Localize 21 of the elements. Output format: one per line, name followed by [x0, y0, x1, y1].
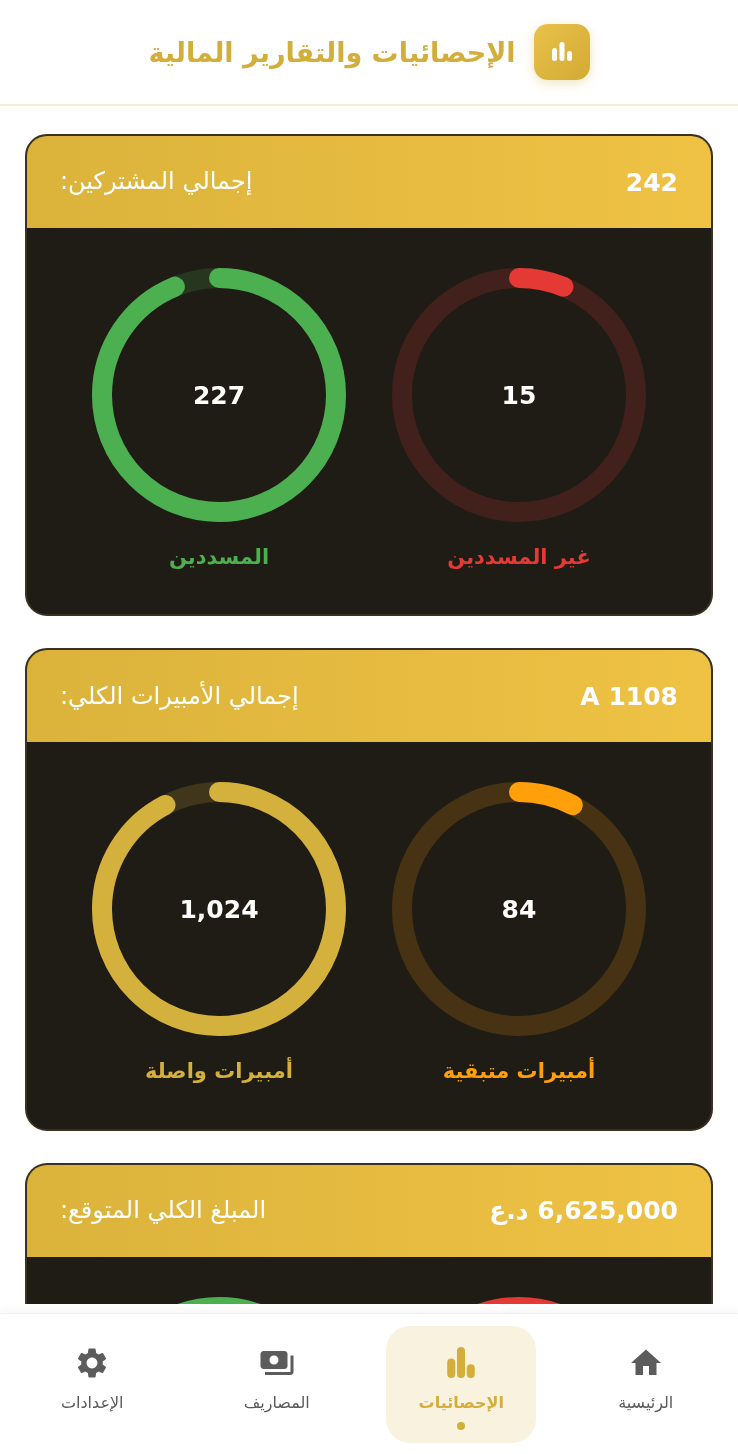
gauge-label: أمبيرات متبقية	[442, 1056, 596, 1086]
card-title: إجمالي المشتركين:	[60, 166, 253, 198]
page-title: الإحصائيات والتقارير المالية	[148, 36, 516, 68]
nav-tab[interactable]: المصاريف	[201, 1325, 352, 1443]
gauge-value: 227	[192, 380, 246, 410]
nav-tab[interactable]: الرئيسية	[570, 1325, 721, 1443]
card-total: 242	[625, 167, 678, 197]
gauge-label: أمبيرات واصلة	[145, 1056, 293, 1086]
nav-tab[interactable]: الإعدادات	[17, 1325, 168, 1443]
card-title: المبلغ الكلي المتوقع:	[60, 1195, 267, 1227]
card-total: A 1108	[580, 681, 678, 711]
gauge-label: غير المسددين	[447, 544, 591, 571]
bar-chart-icon	[533, 24, 590, 80]
gauge-value: 15	[501, 380, 537, 410]
gauge-label: المسددين	[168, 544, 270, 571]
card-total: 6,625,000 د.ع	[489, 1196, 678, 1226]
gauge-value: 1,024	[179, 894, 259, 924]
bar-chart-icon	[446, 1347, 477, 1378]
card-title: إجمالي الأمبيرات الكلي:	[60, 680, 299, 712]
dot-icon	[457, 1421, 466, 1430]
gauge-value: 84	[501, 894, 537, 924]
